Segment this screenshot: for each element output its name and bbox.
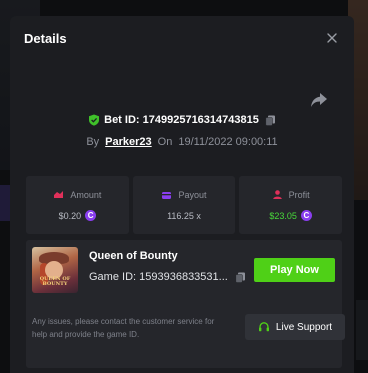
close-button[interactable] bbox=[324, 30, 340, 46]
stat-payout-label-text: Payout bbox=[178, 190, 207, 200]
share-button[interactable] bbox=[310, 92, 328, 108]
stat-profit: Profit $23.05 C bbox=[239, 176, 343, 234]
stat-amount-value: $0.20 C bbox=[59, 210, 97, 221]
stat-amount-value-text: $0.20 bbox=[58, 210, 82, 221]
stat-payout-value-text: 116.25 x bbox=[167, 210, 201, 221]
coin-icon: C bbox=[85, 210, 97, 221]
bet-id: Bet ID: 1749925716314743815 bbox=[104, 114, 259, 126]
close-icon bbox=[327, 33, 337, 43]
bet-stats: Amount $0.20 C Payout 116.25 x Profit $2… bbox=[26, 176, 343, 234]
copy-bet-id-icon[interactable] bbox=[265, 115, 276, 126]
bet-id-row: Bet ID: 1749925716314743815 bbox=[10, 114, 354, 126]
by-label: By bbox=[86, 136, 100, 148]
copy-game-id-icon[interactable] bbox=[235, 272, 246, 283]
game-panel: QUEEN OF BOUNTY Queen of Bounty Game ID:… bbox=[26, 240, 345, 368]
live-support-label: Live Support bbox=[275, 321, 333, 333]
game-id: Game ID: 1593936833531... bbox=[89, 271, 228, 283]
stat-profit-value-text: $23.05 bbox=[269, 210, 297, 221]
live-support-button[interactable]: Live Support bbox=[245, 314, 345, 340]
game-name: Queen of Bounty bbox=[89, 250, 178, 262]
stat-amount: Amount $0.20 C bbox=[26, 176, 129, 234]
on-label: On bbox=[157, 136, 173, 148]
profit-icon bbox=[272, 190, 282, 199]
stat-payout-label: Payout bbox=[161, 190, 207, 201]
modal-title: Details bbox=[24, 30, 67, 46]
stat-amount-label: Amount bbox=[53, 189, 101, 200]
support-note: Any issues, please contact the customer … bbox=[32, 317, 215, 339]
bet-meta-row: By Parker23 On 19/11/2022 09:00:11 bbox=[10, 136, 354, 148]
stat-payout-value: 116.25 x bbox=[167, 211, 201, 221]
stat-profit-label: Profit bbox=[272, 189, 310, 200]
bet-details-modal: Details Bet ID: 1749925716314743815 By P… bbox=[10, 16, 354, 373]
play-now-button[interactable]: Play Now bbox=[254, 258, 335, 282]
game-id-row: Game ID: 1593936833531... bbox=[89, 271, 246, 283]
bet-datetime: 19/11/2022 09:00:11 bbox=[178, 136, 278, 148]
headset-icon bbox=[258, 322, 269, 332]
modal-header: Details bbox=[10, 16, 354, 60]
thumbnail-title: QUEEN OF BOUNTY bbox=[39, 276, 71, 287]
stat-payout: Payout 116.25 x bbox=[132, 176, 236, 234]
share-icon bbox=[311, 93, 327, 107]
stat-profit-label-text: Profit bbox=[288, 189, 310, 200]
payout-icon bbox=[162, 191, 172, 199]
amount-icon bbox=[54, 191, 64, 198]
stat-amount-label-text: Amount bbox=[70, 189, 102, 200]
coin-icon: C bbox=[300, 210, 312, 221]
stat-profit-value: $23.05 C bbox=[269, 210, 312, 221]
username-link[interactable]: Parker23 bbox=[105, 136, 152, 148]
verified-shield-icon bbox=[89, 114, 100, 126]
game-thumbnail[interactable]: QUEEN OF BOUNTY bbox=[32, 247, 78, 293]
